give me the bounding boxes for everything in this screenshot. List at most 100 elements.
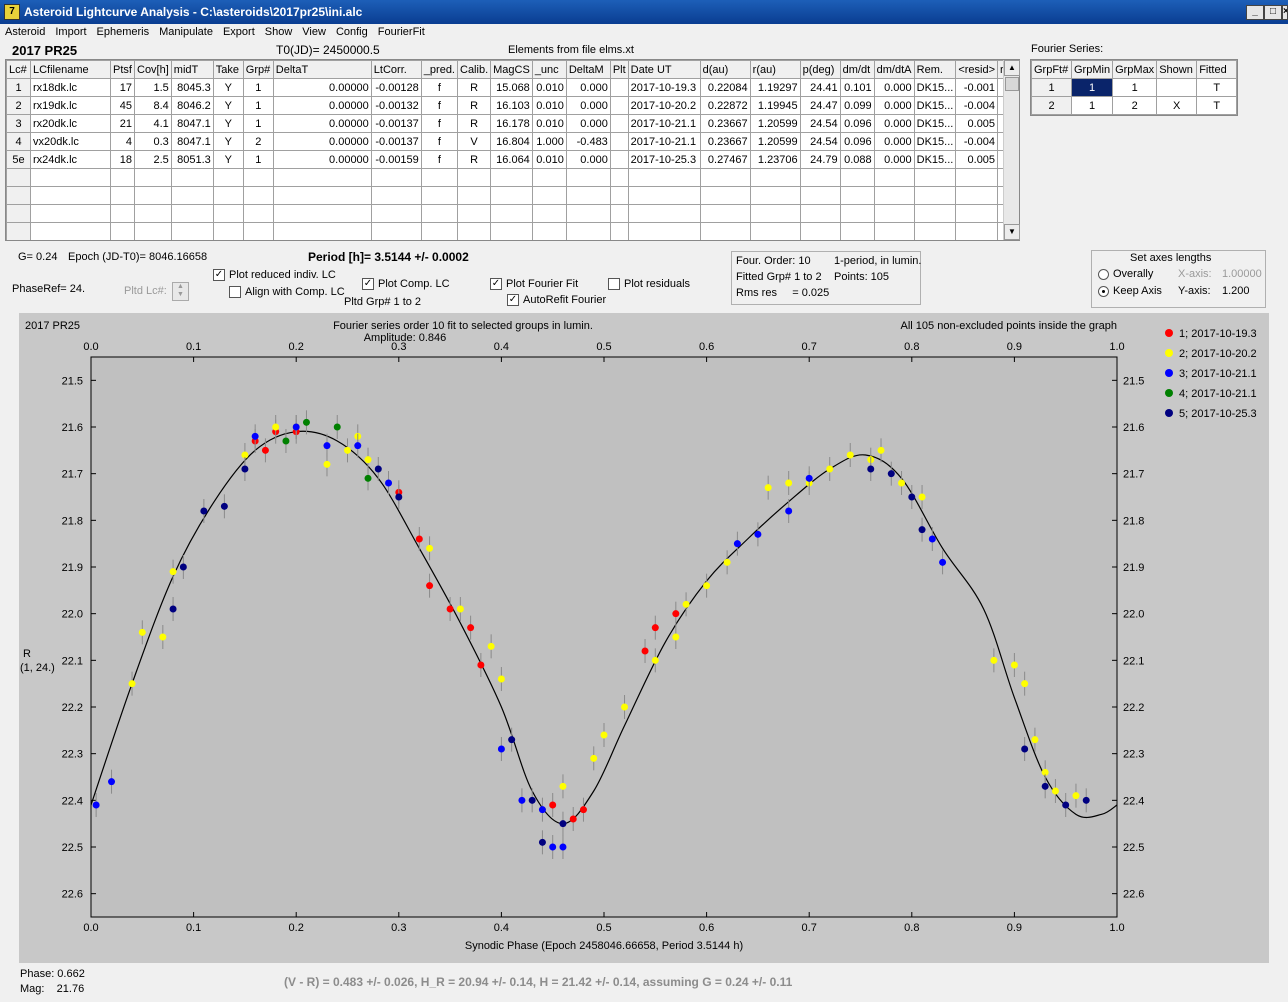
lc-table-cell[interactable]: 16.804 — [490, 132, 533, 151]
checkbox-box[interactable] — [229, 286, 241, 299]
radio-indicator[interactable] — [1098, 285, 1109, 297]
fourier-table-cell[interactable]: 1 — [1112, 78, 1158, 97]
lc-table-cell[interactable]: 0.101 — [839, 78, 875, 97]
lc-table-cell[interactable] — [531, 168, 567, 187]
lc-table-cell[interactable] — [749, 186, 801, 205]
checkbox-box[interactable]: ✓ — [490, 278, 502, 291]
lc-table-cell[interactable] — [627, 222, 701, 240]
lc-table-cell[interactable] — [170, 204, 214, 223]
lc-table-cell[interactable]: 8051.3 — [170, 150, 214, 169]
fourier-column-header[interactable]: GrpMin — [1070, 60, 1114, 79]
fourier-table-row[interactable]: 111T — [1031, 78, 1238, 97]
lc-table-cell[interactable] — [531, 204, 567, 223]
lc-table-row[interactable]: 1 rx18dk.lc 17 1.5 8045.3 Y 1 0.00000 -0.00128 f R… — [6, 78, 1019, 97]
align-comp-checkbox[interactable]: Align with Comp. LC — [229, 286, 345, 299]
lc-table-row[interactable]: 3 rx20dk.lc 21 4.1 8047.1 Y 1 0.00000 -0.00137 f R… — [6, 114, 1019, 133]
lc-table-cell[interactable]: 8045.3 — [170, 78, 214, 97]
lc-table-cell[interactable] — [565, 204, 611, 223]
lc-table-cell[interactable]: 0.000 — [565, 114, 611, 133]
lc-table-cell[interactable]: 0.096 — [839, 132, 875, 151]
lc-column-header[interactable]: <resid> — [955, 60, 999, 79]
lc-table-cell[interactable] — [913, 204, 957, 223]
menu-asteroid[interactable]: Asteroid — [0, 24, 50, 41]
lc-table-cell[interactable] — [420, 222, 459, 240]
scroll-thumb[interactable] — [1005, 77, 1019, 91]
lc-table-cell[interactable] — [242, 186, 274, 205]
lc-table-cell[interactable]: 8046.2 — [170, 96, 214, 115]
lc-column-header[interactable]: Date UT — [627, 60, 701, 79]
lc-table-cell[interactable]: Y — [212, 96, 244, 115]
lc-column-header[interactable]: Calib. — [456, 60, 492, 79]
lc-table-cell[interactable] — [110, 222, 135, 240]
lc-table-cell[interactable]: 4 — [110, 132, 135, 151]
checkbox-box[interactable] — [608, 278, 620, 291]
fourier-column-header[interactable]: Shown — [1156, 60, 1198, 79]
lc-table-cell[interactable]: 4.1 — [134, 114, 172, 133]
lc-table-cell[interactable]: 0.000 — [565, 150, 611, 169]
lc-table-cell[interactable]: 0.005 — [955, 114, 999, 133]
lc-table-cell[interactable] — [699, 168, 751, 187]
lc-table-cell[interactable]: f — [420, 150, 459, 169]
lc-table-cell[interactable]: 0.23667 — [699, 114, 751, 133]
lc-table-cell[interactable]: 24.79 — [799, 150, 841, 169]
lc-table-cell[interactable]: 1.19297 — [749, 78, 801, 97]
menu-show[interactable]: Show — [260, 24, 298, 41]
lc-table-cell[interactable]: 1.19945 — [749, 96, 801, 115]
lc-table-cell[interactable]: 2 — [6, 96, 31, 115]
lc-table-cell[interactable] — [839, 168, 875, 187]
lc-table-cell[interactable] — [627, 168, 701, 187]
lc-table-cell[interactable]: DK15... — [913, 150, 957, 169]
lc-table-cell[interactable] — [134, 186, 172, 205]
lc-table-cell[interactable] — [609, 96, 629, 115]
lc-table-cell[interactable]: 0.005 — [955, 150, 999, 169]
lc-table-cell[interactable] — [110, 204, 135, 223]
checkbox-box[interactable]: ✓ — [213, 269, 225, 282]
lc-table-cell[interactable]: 0.27467 — [699, 150, 751, 169]
lc-table-cell[interactable]: -0.001 — [955, 78, 999, 97]
lc-table-cell[interactable]: 1 — [242, 150, 274, 169]
lc-table-cell[interactable]: 16.178 — [490, 114, 533, 133]
lc-table-cell[interactable] — [699, 204, 751, 223]
lc-table-cell[interactable]: rx18dk.lc — [30, 78, 111, 97]
lc-column-header[interactable]: Ptsf — [110, 60, 135, 79]
lc-table-cell[interactable] — [749, 204, 801, 223]
lc-table-cell[interactable] — [134, 168, 172, 187]
lc-table-cell[interactable]: f — [420, 78, 459, 97]
plot-reduced-checkbox[interactable]: ✓ Plot reduced indiv. LC — [213, 269, 336, 282]
lc-table-cell[interactable]: 1.000 — [531, 132, 567, 151]
lc-table-cell[interactable]: 0.23667 — [699, 132, 751, 151]
lc-table-cell[interactable]: 24.47 — [799, 96, 841, 115]
lc-table-cell[interactable] — [955, 168, 999, 187]
lc-table-cell[interactable]: 1.5 — [134, 78, 172, 97]
lc-table-cell[interactable]: 2 — [242, 132, 274, 151]
lc-table-cell[interactable]: 0.000 — [565, 78, 611, 97]
lc-table-cell[interactable] — [456, 222, 492, 240]
lc-table-cell[interactable] — [609, 114, 629, 133]
lc-table-scrollbar[interactable]: ▲ ▼ — [1003, 60, 1020, 240]
lc-table-cell[interactable]: 0.010 — [531, 96, 567, 115]
fourier-table-cell[interactable] — [1156, 78, 1198, 97]
lc-table-cell[interactable]: Y — [212, 150, 244, 169]
plot-fourier-checkbox[interactable]: ✓ Plot Fourier Fit — [490, 278, 578, 291]
lc-table-cell[interactable]: 4 — [6, 132, 31, 151]
lc-table-cell[interactable] — [873, 204, 915, 223]
lc-table-cell[interactable]: 1 — [242, 114, 274, 133]
radio-indicator[interactable] — [1098, 268, 1109, 280]
lc-column-header[interactable]: Plt — [609, 60, 629, 79]
lc-table-cell[interactable] — [913, 222, 957, 240]
lc-table-row[interactable]: 4 vx20dk.lc 4 0.3 8047.1 Y 2 0.00000 -0.00137 f V 1… — [6, 132, 1019, 151]
lc-table-cell[interactable]: DK15... — [913, 96, 957, 115]
fourier-table-cell[interactable]: T — [1196, 78, 1238, 97]
lc-table-cell[interactable]: 17 — [110, 78, 135, 97]
lc-table-cell[interactable]: 8047.1 — [170, 114, 214, 133]
lc-table-cell[interactable] — [699, 186, 751, 205]
lc-table-cell[interactable] — [30, 186, 111, 205]
lc-table-cell[interactable]: 1.23706 — [749, 150, 801, 169]
lc-table-cell[interactable] — [565, 222, 611, 240]
lc-table-cell[interactable] — [420, 168, 459, 187]
lc-table-cell[interactable]: 15.068 — [490, 78, 533, 97]
lc-table-cell[interactable]: 2017-10-25.3 — [627, 150, 701, 169]
plot-residuals-checkbox[interactable]: Plot residuals — [608, 278, 690, 291]
lc-column-header[interactable]: dm/dtA — [873, 60, 915, 79]
lc-table-cell[interactable] — [110, 168, 135, 187]
